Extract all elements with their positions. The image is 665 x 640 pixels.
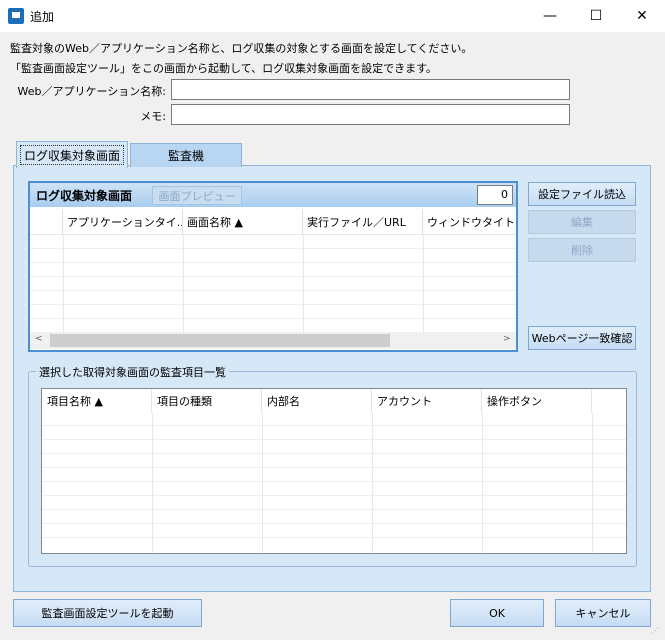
app-name-label: Web／アプリケーション名称: <box>17 85 166 98</box>
description-line-1: 監査対象のWeb／アプリケーション名称と、ログ収集の対象とする画面を設定してくだ… <box>10 42 473 55</box>
preview-button[interactable]: 画面プレビュー <box>152 186 242 205</box>
grid-line <box>30 290 516 291</box>
app-name-input[interactable] <box>171 79 570 100</box>
cancel-button[interactable]: キャンセル <box>555 599 651 627</box>
column-item-type[interactable]: 項目の種類 <box>152 389 262 413</box>
column-action-button[interactable]: 操作ボタン <box>482 389 592 413</box>
grid-line <box>592 413 593 553</box>
tab-monitor[interactable]: 監査機 <box>130 143 242 167</box>
grid-line <box>372 413 373 553</box>
column-account[interactable]: アカウント <box>372 389 482 413</box>
tab-monitor-label: 監査機 <box>167 149 204 163</box>
row-header-column <box>30 209 63 235</box>
grid-line <box>42 537 626 538</box>
scrollbar-thumb[interactable] <box>50 334 390 347</box>
column-app-type[interactable]: アプリケーションタイ... <box>63 209 183 235</box>
edit-button[interactable]: 編集 <box>528 210 636 234</box>
grid-line <box>42 467 626 468</box>
grid-line <box>42 509 626 510</box>
focus-outline <box>20 145 124 165</box>
column-item-name[interactable]: 項目名称 ▲ <box>42 389 152 413</box>
tab-log-screens[interactable]: ログ収集対象画面 <box>16 141 128 168</box>
items-group-legend: 選択した取得対象画面の監査項目一覧 <box>36 364 229 380</box>
load-config-button[interactable]: 設定ファイル読込 <box>528 182 636 206</box>
ok-button[interactable]: OK <box>450 599 544 627</box>
web-page-match-button[interactable]: Webページ一致確認 <box>528 326 636 350</box>
grid-line <box>42 425 626 426</box>
grid-line <box>42 523 626 524</box>
column-screen-name[interactable]: 画面名称 ▲ <box>183 209 303 235</box>
grid-line <box>30 248 516 249</box>
grid-line <box>42 495 626 496</box>
grid-line <box>262 413 263 553</box>
grid-line <box>30 262 516 263</box>
minimize-button[interactable]: — <box>527 0 573 32</box>
app-window-icon <box>8 8 24 24</box>
column-window-title[interactable]: ウィンドウタイトル <box>423 209 516 235</box>
grid-line <box>30 318 516 319</box>
launch-tool-button[interactable]: 監査画面設定ツールを起動 <box>13 599 202 627</box>
description-line-2: 「監査画面設定ツール」をこの画面から起動して、ログ収集対象画面を設定できます。 <box>10 62 438 75</box>
column-executable-url[interactable]: 実行ファイル／URL <box>303 209 423 235</box>
memo-input[interactable] <box>171 104 570 125</box>
window-title: 追加 <box>30 10 55 24</box>
screen-count: 0 <box>477 185 513 205</box>
column-internal-name[interactable]: 内部名 <box>262 389 372 413</box>
grid-line <box>42 453 626 454</box>
delete-button[interactable]: 削除 <box>528 238 636 262</box>
scroll-right-icon[interactable]: > <box>503 334 511 344</box>
resize-grip-icon[interactable]: ⋰ <box>651 626 661 636</box>
memo-label: メモ: <box>140 110 166 123</box>
grid-line <box>42 439 626 440</box>
maximize-button[interactable]: ☐ <box>573 0 619 32</box>
grid-line <box>42 481 626 482</box>
close-button[interactable]: ✕ <box>619 0 665 32</box>
grid-line <box>30 304 516 305</box>
grid-line <box>482 413 483 553</box>
screen-list-title: ログ収集対象画面 <box>36 189 133 203</box>
scroll-left-icon[interactable]: < <box>35 334 43 344</box>
grid-line <box>152 413 153 553</box>
grid-line <box>30 276 516 277</box>
